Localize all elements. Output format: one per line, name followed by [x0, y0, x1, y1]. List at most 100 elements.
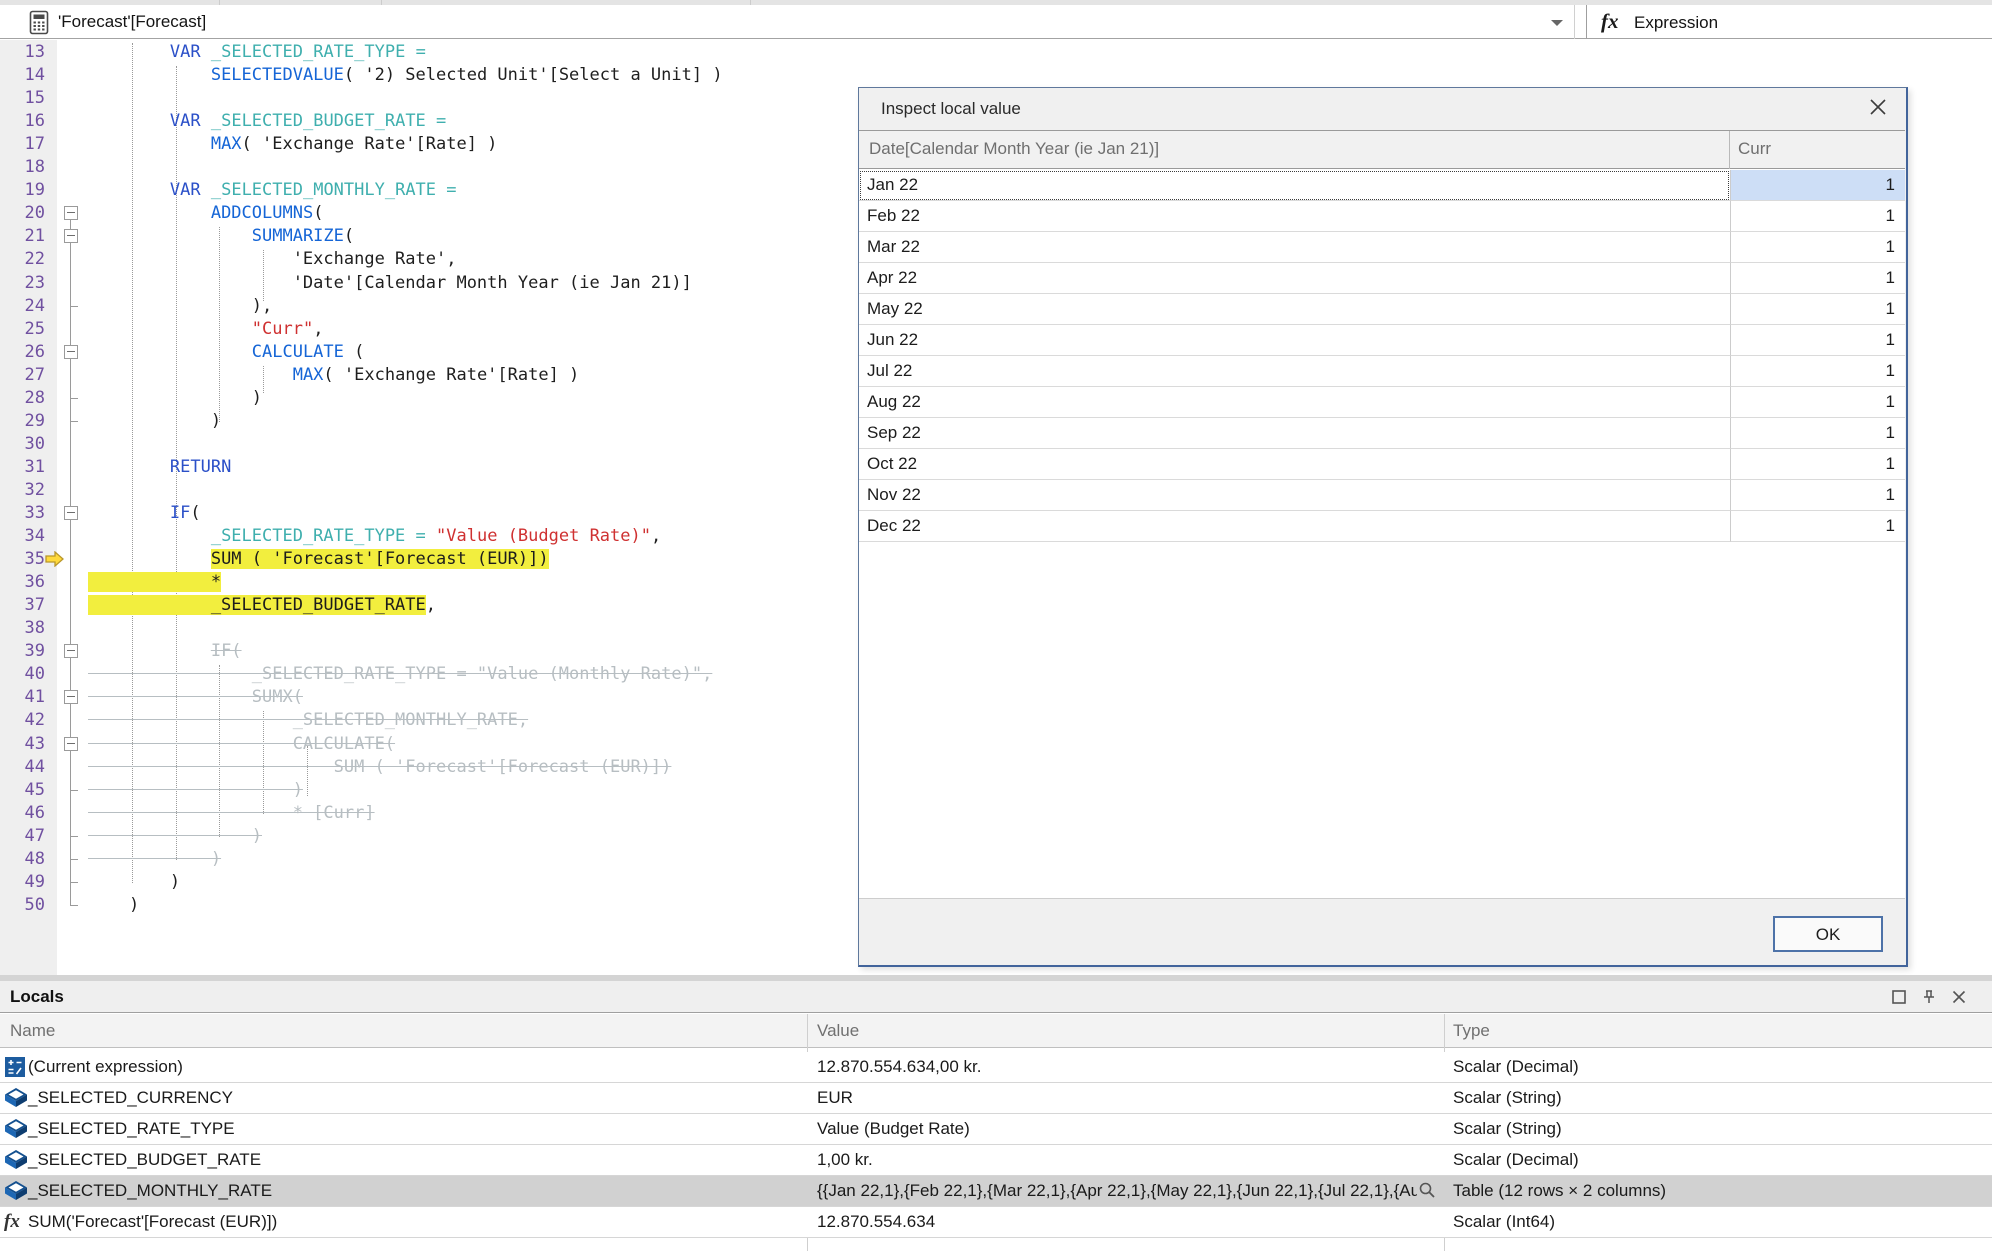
code-line[interactable]: _SELECTED_RATE_TYPE = "Value (Monthly Ra… [88, 663, 712, 686]
code-line[interactable]: _SELECTED_RATE_TYPE = "Value (Budget Rat… [88, 525, 661, 548]
fold-collapse-icon[interactable] [64, 690, 78, 704]
curr-value-cell[interactable]: 1 [1730, 170, 1905, 201]
inspect-table-row[interactable]: Feb 221 [859, 201, 1905, 232]
column-header-curr[interactable]: Curr [1738, 139, 1771, 159]
column-header-name[interactable]: Name [10, 1021, 55, 1041]
code-line[interactable]: IF( [88, 640, 242, 663]
locals-row[interactable]: fxSUM('Forecast'[Forecast (EUR)])12.870.… [0, 1207, 1992, 1238]
code-line[interactable]: ) [88, 871, 180, 894]
curr-value-cell[interactable]: 1 [1730, 201, 1905, 232]
code-line[interactable]: * [88, 571, 221, 594]
month-cell[interactable]: Nov 22 [859, 480, 1730, 511]
inspect-table-row[interactable]: Nov 221 [859, 480, 1905, 511]
variable-icon [4, 1180, 26, 1202]
inspect-table-row[interactable]: Sep 221 [859, 418, 1905, 449]
month-cell[interactable]: Mar 22 [859, 232, 1730, 263]
curr-value-cell[interactable]: 1 [1730, 387, 1905, 418]
code-line[interactable]: ), [88, 295, 272, 318]
code-line[interactable]: SUMX( [88, 686, 303, 709]
code-line[interactable]: VAR _SELECTED_RATE_TYPE = [88, 41, 426, 64]
code-line[interactable]: CALCULATE( [88, 733, 395, 756]
code-line[interactable]: 'Exchange Rate', [88, 248, 456, 271]
code-line[interactable]: ) [88, 825, 262, 848]
curr-value-cell[interactable]: 1 [1730, 449, 1905, 480]
inspect-table-row[interactable]: Jan 221 [859, 170, 1905, 201]
code-line[interactable]: VAR _SELECTED_BUDGET_RATE = [88, 110, 446, 133]
inspect-table-row[interactable]: Dec 221 [859, 511, 1905, 542]
curr-value-cell[interactable]: 1 [1730, 263, 1905, 294]
month-cell[interactable]: Jan 22 [859, 170, 1730, 201]
code-line[interactable]: IF( [88, 502, 201, 525]
locals-row[interactable]: _SELECTED_RATE_TYPEValue (Budget Rate)Sc… [0, 1114, 1992, 1145]
curr-value-cell[interactable]: 1 [1730, 232, 1905, 263]
code-line[interactable]: ) [88, 894, 139, 917]
code-line[interactable]: ) [88, 779, 303, 802]
fold-collapse-icon[interactable] [64, 345, 78, 359]
column-header-value[interactable]: Value [817, 1021, 859, 1041]
month-cell[interactable]: Apr 22 [859, 263, 1730, 294]
month-cell[interactable]: Jul 22 [859, 356, 1730, 387]
code-line[interactable]: ) [88, 410, 221, 433]
curr-value-cell[interactable]: 1 [1730, 356, 1905, 387]
month-cell[interactable]: Aug 22 [859, 387, 1730, 418]
inspect-table-row[interactable]: Jun 221 [859, 325, 1905, 356]
code-line[interactable]: VAR _SELECTED_MONTHLY_RATE = [88, 179, 457, 202]
month-cell[interactable]: Jun 22 [859, 325, 1730, 356]
inspect-table-row[interactable]: May 221 [859, 294, 1905, 325]
code-line[interactable]: _SELECTED_BUDGET_RATE, [88, 594, 436, 617]
code-line[interactable]: ADDCOLUMNS( [88, 202, 323, 225]
code-line[interactable]: _SELECTED_MONTHLY_RATE, [88, 709, 528, 732]
code-line[interactable]: MAX( 'Exchange Rate'[Rate] ) [88, 364, 579, 387]
column-header-type[interactable]: Type [1453, 1021, 1490, 1041]
pin-icon[interactable] [1920, 988, 1938, 1006]
curr-value-cell[interactable]: 1 [1730, 294, 1905, 325]
curr-value-cell[interactable]: 1 [1730, 418, 1905, 449]
curr-value-cell[interactable]: 1 [1730, 511, 1905, 542]
locals-row[interactable]: _SELECTED_BUDGET_RATE1,00 kr.Scalar (Dec… [0, 1145, 1992, 1176]
code-line[interactable]: "Curr", [88, 318, 323, 341]
line-number: 35 [0, 548, 45, 571]
fold-end-tick [70, 790, 78, 791]
code-line[interactable]: MAX( 'Exchange Rate'[Rate] ) [88, 133, 497, 156]
code-line[interactable]: 'Date'[Calendar Month Year (ie Jan 21)] [88, 272, 692, 295]
inspect-table-row[interactable]: Mar 221 [859, 232, 1905, 263]
fold-end-tick [70, 398, 78, 399]
locals-row[interactable]: _SELECTED_MONTHLY_RATE{{Jan 22,1},{Feb 2… [0, 1176, 1992, 1207]
month-cell[interactable]: Dec 22 [859, 511, 1730, 542]
close-icon[interactable] [1868, 97, 1890, 119]
code-line[interactable]: SELECTEDVALUE( '2) Selected Unit'[Select… [88, 64, 723, 87]
locals-row[interactable]: _SELECTED_CURRENCYEURScalar (String) [0, 1083, 1992, 1114]
month-cell[interactable]: Feb 22 [859, 201, 1730, 232]
chevron-down-icon[interactable] [1551, 20, 1563, 26]
code-line[interactable]: ) [88, 848, 221, 871]
fold-collapse-icon[interactable] [64, 644, 78, 658]
code-line[interactable]: RETURN [88, 456, 231, 479]
fold-collapse-icon[interactable] [64, 737, 78, 751]
curr-value-cell[interactable]: 1 [1730, 480, 1905, 511]
code-line[interactable]: SUM ( 'Forecast'[Forecast (EUR)]) [88, 548, 549, 571]
inspect-table-row[interactable]: Jul 221 [859, 356, 1905, 387]
locals-row[interactable]: (Current expression)12.870.554.634,00 kr… [0, 1052, 1992, 1083]
inspect-table-row[interactable]: Aug 221 [859, 387, 1905, 418]
magnifier-icon[interactable] [1418, 1181, 1436, 1204]
expression-reference-combobox[interactable]: 'Forecast'[Forecast] [58, 12, 206, 32]
ok-button[interactable]: OK [1773, 916, 1883, 952]
column-header-date[interactable]: Date[Calendar Month Year (ie Jan 21)] [869, 139, 1159, 159]
close-icon[interactable] [1950, 988, 1968, 1006]
code-line[interactable]: CALCULATE ( [88, 341, 364, 364]
fold-collapse-icon[interactable] [64, 506, 78, 520]
curr-value-cell[interactable]: 1 [1730, 325, 1905, 356]
fold-collapse-icon[interactable] [64, 206, 78, 220]
code-line[interactable]: ) [88, 387, 262, 410]
code-line[interactable]: SUMMARIZE( [88, 225, 354, 248]
code-line[interactable]: * [Curr] [88, 802, 375, 825]
month-cell[interactable]: May 22 [859, 294, 1730, 325]
maximize-icon[interactable] [1890, 988, 1908, 1006]
inspect-table-row[interactable]: Oct 221 [859, 449, 1905, 480]
month-cell[interactable]: Oct 22 [859, 449, 1730, 480]
local-name: _SELECTED_CURRENCY [28, 1088, 233, 1108]
month-cell[interactable]: Sep 22 [859, 418, 1730, 449]
code-line[interactable]: SUM ( 'Forecast'[Forecast (EUR)]) [88, 756, 671, 779]
fold-collapse-icon[interactable] [64, 229, 78, 243]
inspect-table-row[interactable]: Apr 221 [859, 263, 1905, 294]
